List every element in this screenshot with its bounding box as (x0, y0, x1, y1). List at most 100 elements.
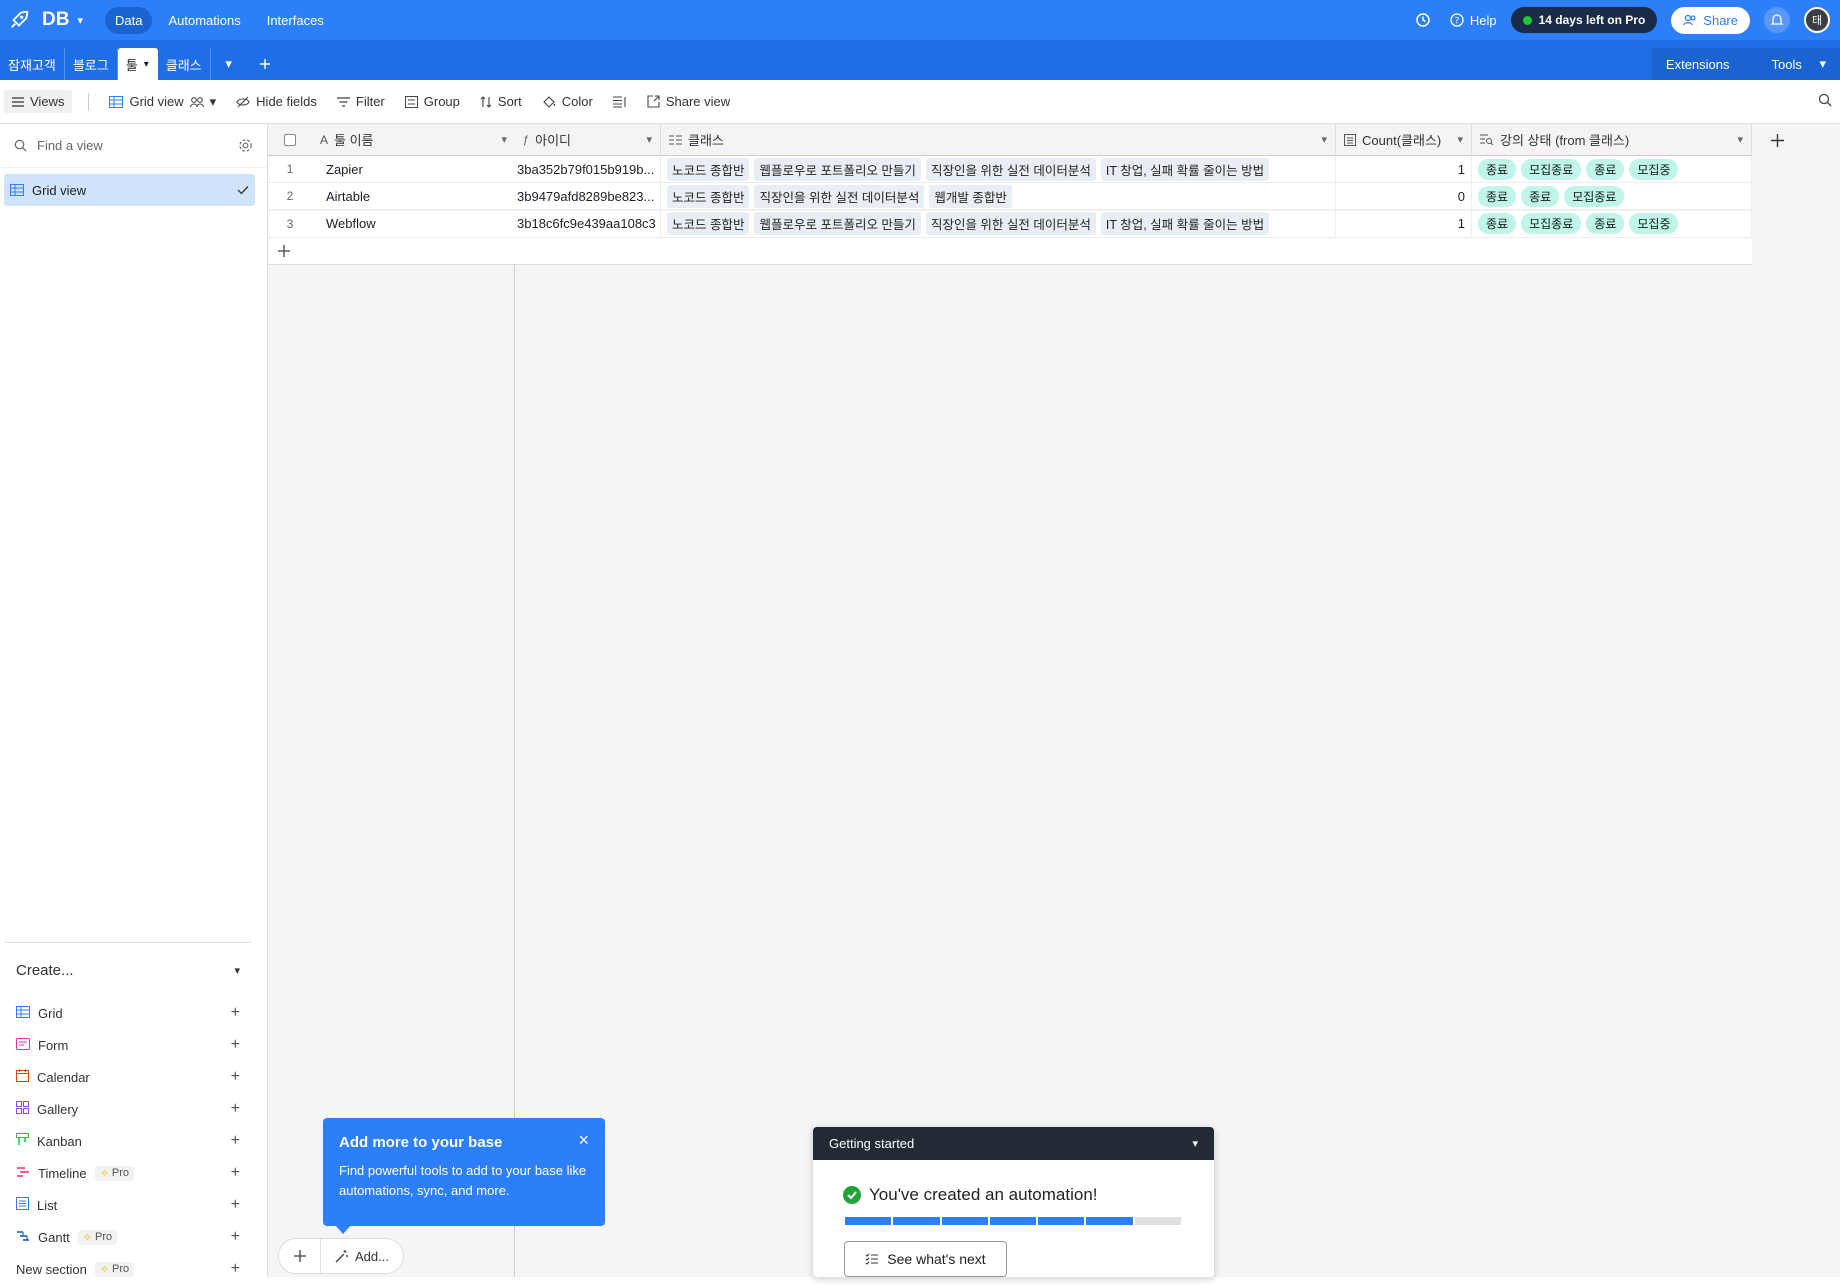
create-view-item[interactable]: Kanban+ (4, 1125, 252, 1157)
tab-table-1[interactable]: 잠재고객 (0, 48, 65, 80)
plus-icon[interactable]: + (231, 1068, 240, 1086)
column-header-class[interactable]: 클래스 ▾ (661, 124, 1336, 156)
create-view-item[interactable]: Calendar+ (4, 1061, 252, 1093)
linked-record-pill[interactable]: 직장인을 위한 실전 데이터분석 (754, 185, 924, 208)
add-record-button[interactable] (279, 1239, 321, 1273)
more-tables-chevron-icon[interactable]: ▾ (211, 48, 247, 80)
cell-count[interactable]: 1 (1336, 210, 1472, 237)
table-row[interactable]: 3ba352b79f015b919b...노코드 종합반웹플로우로 포트폴리오 … (515, 156, 1752, 183)
linked-record-pill[interactable]: IT 창업, 실패 확률 줄이는 방법 (1101, 212, 1269, 235)
add-more-button[interactable]: Add... (321, 1249, 403, 1264)
getting-started-header[interactable]: Getting started ▾ (813, 1127, 1214, 1160)
chevron-down-icon[interactable]: ▾ (144, 59, 149, 70)
create-view-item[interactable]: Form+ (4, 1029, 252, 1061)
plus-icon[interactable]: + (231, 1196, 240, 1214)
add-table-icon[interactable] (247, 48, 283, 80)
table-row[interactable]: 3Webflow (268, 211, 515, 238)
sidebar-view-grid[interactable]: Grid view (4, 174, 255, 206)
view-switcher[interactable]: Grid view ▾ (101, 90, 224, 114)
plus-icon[interactable]: + (231, 1004, 240, 1022)
search-icon[interactable] (1818, 93, 1832, 110)
linked-record-pill[interactable]: 노코드 종합반 (667, 212, 749, 235)
select-all-checkbox[interactable] (268, 124, 312, 156)
nav-interfaces[interactable]: Interfaces (257, 7, 334, 34)
cell-name[interactable]: Airtable (312, 183, 515, 210)
sort-button[interactable]: Sort (472, 90, 530, 113)
nav-data[interactable]: Data (105, 7, 152, 34)
chevron-down-icon[interactable]: ▾ (1192, 1137, 1198, 1150)
linked-record-pill[interactable]: 웹개발 종합반 (929, 185, 1011, 208)
create-view-item[interactable]: Gantt✧Pro+ (4, 1221, 252, 1253)
find-view-input[interactable]: Find a view (0, 124, 267, 168)
views-toggle-button[interactable]: Views (4, 90, 72, 113)
cell-statuses[interactable]: 종료종료모집종료 (1472, 183, 1752, 210)
chevron-down-icon[interactable]: ▾ (501, 133, 507, 146)
group-button[interactable]: Group (397, 90, 468, 113)
add-field-button[interactable] (1753, 124, 1801, 156)
trial-badge[interactable]: 14 days left on Pro (1511, 7, 1658, 33)
color-button[interactable]: Color (534, 90, 601, 113)
linked-record-pill[interactable]: 직장인을 위한 실전 데이터분석 (926, 212, 1096, 235)
plus-icon[interactable]: + (231, 1260, 240, 1278)
cell-id[interactable]: 3ba352b79f015b919b... (515, 156, 661, 183)
table-row[interactable]: 3b18c6fc9e439aa108c3노코드 종합반웹플로우로 포트폴리오 만… (515, 211, 1752, 238)
chevron-down-icon[interactable]: ▾ (646, 133, 652, 146)
notifications-bell-icon[interactable] (1764, 7, 1790, 33)
chevron-down-icon[interactable]: ▾ (1321, 133, 1327, 146)
cell-name[interactable]: Webflow (312, 210, 515, 237)
gear-icon[interactable] (238, 138, 253, 153)
create-view-item[interactable]: Gallery+ (4, 1093, 252, 1125)
table-row[interactable]: 3b9479afd8289be823...노코드 종합반직장인을 위한 실전 데… (515, 183, 1752, 210)
nav-automations[interactable]: Automations (158, 7, 250, 34)
chevron-down-icon[interactable]: ▾ (1737, 133, 1743, 146)
create-section-header[interactable]: Create... ▾ (4, 943, 252, 997)
tab-table-2[interactable]: 블로그 (65, 48, 118, 80)
create-view-item[interactable]: Grid+ (4, 997, 252, 1029)
base-name[interactable]: DB (42, 9, 69, 31)
cell-count[interactable]: 1 (1336, 156, 1472, 183)
create-view-item[interactable]: List+ (4, 1189, 252, 1221)
see-whats-next-button[interactable]: See what's next (844, 1241, 1007, 1277)
column-header-name[interactable]: A 툴 이름 ▾ (312, 124, 515, 156)
rocket-logo-icon[interactable] (8, 9, 30, 31)
plus-icon[interactable]: + (231, 1132, 240, 1150)
column-header-id[interactable]: ƒ 아이디 ▾ (515, 124, 661, 156)
cell-name[interactable]: Zapier (312, 156, 515, 183)
column-header-count[interactable]: Count(클래스) ▾ (1336, 124, 1472, 156)
add-row-strip[interactable] (515, 238, 1752, 265)
tab-table-4[interactable]: 클래스 (158, 48, 211, 80)
linked-record-pill[interactable]: 웹플로우로 포트폴리오 만들기 (754, 212, 920, 235)
add-row-button[interactable] (268, 238, 515, 265)
close-icon[interactable]: × (578, 1130, 589, 1151)
base-menu-chevron-icon[interactable]: ▾ (77, 14, 83, 27)
cell-id[interactable]: 3b9479afd8289be823... (515, 183, 661, 210)
create-view-item[interactable]: Timeline✧Pro+ (4, 1157, 252, 1189)
user-avatar[interactable]: 태 (1804, 7, 1830, 33)
cell-count[interactable]: 0 (1336, 183, 1472, 210)
share-view-button[interactable]: Share view (639, 90, 738, 113)
hide-fields-button[interactable]: Hide fields (228, 90, 325, 113)
plus-icon[interactable]: + (231, 1228, 240, 1246)
table-row[interactable]: 2Airtable (268, 183, 515, 210)
filter-button[interactable]: Filter (329, 90, 393, 113)
cell-statuses[interactable]: 종료모집종료종료모집중 (1472, 156, 1752, 183)
cell-statuses[interactable]: 종료모집종료종료모집중 (1472, 210, 1752, 237)
linked-record-pill[interactable]: 직장인을 위한 실전 데이터분석 (926, 158, 1096, 181)
tab-table-3-active[interactable]: 툴▾ (118, 48, 158, 80)
help-button[interactable]: ? Help (1450, 13, 1497, 28)
cell-classes[interactable]: 노코드 종합반웹플로우로 포트폴리오 만들기 직장인을 위한 실전 데이터분석IT… (661, 210, 1336, 237)
table-row[interactable]: 1Zapier (268, 156, 515, 183)
create-view-item[interactable]: New section✧Pro+ (4, 1253, 252, 1285)
cell-id[interactable]: 3b18c6fc9e439aa108c3 (515, 210, 661, 237)
plus-icon[interactable]: + (231, 1036, 240, 1054)
linked-record-pill[interactable]: 노코드 종합반 (667, 185, 749, 208)
cell-classes[interactable]: 노코드 종합반웹플로우로 포트폴리오 만들기 직장인을 위한 실전 데이터분석IT… (661, 156, 1336, 183)
linked-record-pill[interactable]: 노코드 종합반 (667, 158, 749, 181)
linked-record-pill[interactable]: IT 창업, 실패 확률 줄이는 방법 (1101, 158, 1269, 181)
linked-record-pill[interactable]: 웹플로우로 포트폴리오 만들기 (754, 158, 920, 181)
row-height-button[interactable] (605, 92, 635, 112)
plus-icon[interactable]: + (231, 1100, 240, 1118)
plus-icon[interactable]: + (231, 1164, 240, 1182)
cell-classes[interactable]: 노코드 종합반직장인을 위한 실전 데이터분석웹개발 종합반 (661, 183, 1336, 210)
chevron-down-icon[interactable]: ▾ (1457, 133, 1463, 146)
